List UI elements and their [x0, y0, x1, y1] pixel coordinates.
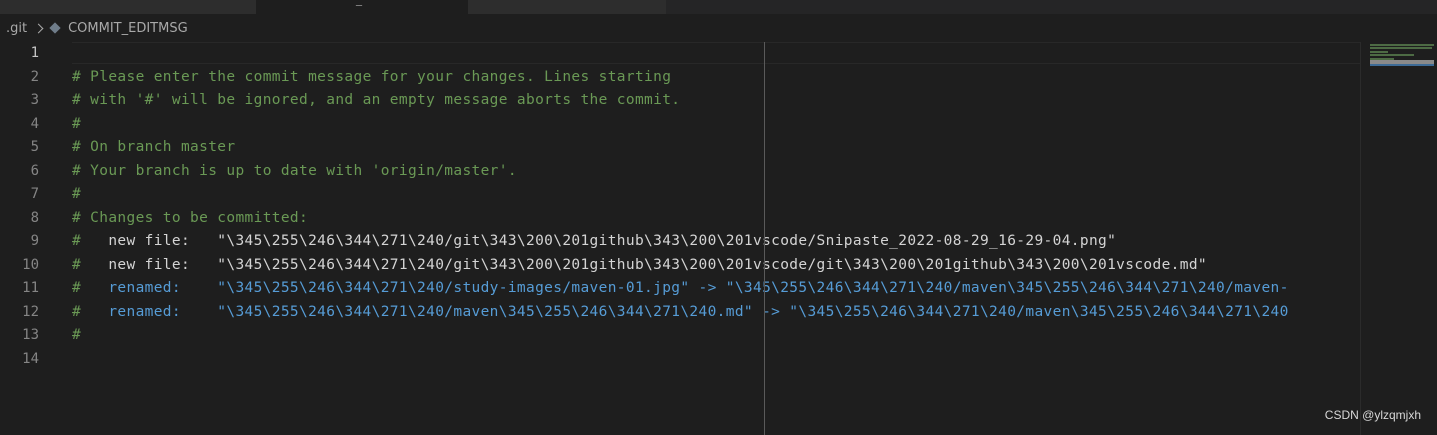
- comment-marker: #: [72, 115, 82, 132]
- comment-marker: #: [72, 162, 82, 179]
- code-text: with '#' will be ignored, and an empty m…: [81, 92, 681, 108]
- column-ruler: [764, 42, 765, 435]
- line-number: 6: [30, 162, 39, 179]
- code-text: Your branch is up to date with 'origin/m…: [81, 162, 517, 179]
- chevron-right-icon: [33, 23, 44, 33]
- code-line[interactable]: # Please enter the commit message for yo…: [72, 66, 671, 90]
- tab-bar: · · _ · ·: [0, 0, 1437, 14]
- current-line-highlight: [72, 42, 1360, 64]
- comment-marker: #: [72, 280, 82, 296]
- breadcrumb: .git COMMIT_EDITMSG: [0, 14, 1437, 42]
- tab-2-label: _: [356, 0, 362, 6]
- code-text: On branch master: [81, 139, 236, 155]
- comment-marker: #: [72, 68, 82, 85]
- tab-1[interactable]: · ·: [0, 0, 256, 14]
- minimap-line: [1370, 51, 1388, 53]
- code-line[interactable]: # renamed: "\345\255\246\344\271\240/mav…: [72, 301, 1289, 325]
- code-text: renamed: "\345\255\246\344\271\240/maven…: [81, 303, 1289, 320]
- code-line[interactable]: # new file: "\345\255\246\344\271\240/gi…: [72, 254, 1207, 278]
- code-line[interactable]: #: [72, 183, 81, 207]
- line-number: 3: [30, 92, 39, 108]
- tab-3[interactable]: · ·: [468, 0, 666, 14]
- comment-marker: #: [72, 303, 82, 320]
- line-number: 13: [22, 327, 39, 343]
- comment-marker: #: [72, 209, 82, 226]
- line-number: 12: [22, 303, 39, 320]
- code-text: renamed: "\345\255\246\344\271\240/study…: [81, 280, 1289, 296]
- file-icon: [49, 22, 61, 34]
- line-number: 5: [30, 139, 39, 155]
- comment-marker: #: [72, 92, 82, 108]
- line-number: 2: [30, 68, 39, 85]
- code-line[interactable]: # renamed: "\345\255\246\344\271\240/stu…: [72, 277, 1289, 301]
- code-editor[interactable]: 1 2 3 4 5 6 7 8 9 10 11 12 13 14 # Please enter the c…: [0, 42, 1360, 435]
- line-number: 14: [22, 350, 39, 367]
- minimap-line: [1370, 54, 1414, 56]
- minimap-line: [1370, 64, 1434, 66]
- breadcrumb-folder[interactable]: .git: [6, 21, 27, 36]
- code-line[interactable]: #: [72, 113, 81, 137]
- minimap-line: [1370, 47, 1432, 49]
- breadcrumb-file[interactable]: COMMIT_EDITMSG: [68, 21, 188, 36]
- code-line[interactable]: # with '#' will be ignored, and an empty…: [72, 89, 680, 113]
- minimap-line: [1370, 44, 1434, 46]
- tab-3-label: · ·: [588, 0, 599, 6]
- comment-marker: #: [72, 256, 82, 273]
- line-number: 8: [30, 209, 39, 226]
- code-text: Changes to be committed:: [81, 209, 309, 226]
- code-line[interactable]: # Changes to be committed:: [72, 207, 308, 231]
- tab-1-label: · ·: [8, 0, 19, 6]
- line-number: 9: [30, 233, 39, 249]
- code-text: Please enter the commit message for your…: [81, 68, 672, 85]
- comment-marker: #: [72, 233, 82, 249]
- code-text: new file: "\345\255\246\344\271\240/git\…: [81, 233, 1117, 249]
- code-line[interactable]: # On branch master: [72, 136, 235, 160]
- minimap[interactable]: [1360, 42, 1437, 435]
- tab-2[interactable]: _: [256, 0, 468, 14]
- line-number: 7: [30, 186, 39, 202]
- watermark: CSDN @ylzqmjxh: [1324, 408, 1421, 422]
- comment-marker: #: [72, 327, 82, 343]
- code-text: new file: "\345\255\246\344\271\240/git\…: [81, 256, 1207, 273]
- line-number: 4: [30, 115, 39, 132]
- line-number: 11: [22, 280, 39, 296]
- comment-marker: #: [72, 186, 82, 202]
- line-number: 10: [22, 256, 39, 273]
- comment-marker: #: [72, 139, 82, 155]
- code-line[interactable]: # Your branch is up to date with 'origin…: [72, 160, 517, 184]
- code-line[interactable]: #: [72, 324, 81, 348]
- line-number: 1: [30, 45, 39, 61]
- code-line[interactable]: # new file: "\345\255\246\344\271\240/gi…: [72, 230, 1116, 254]
